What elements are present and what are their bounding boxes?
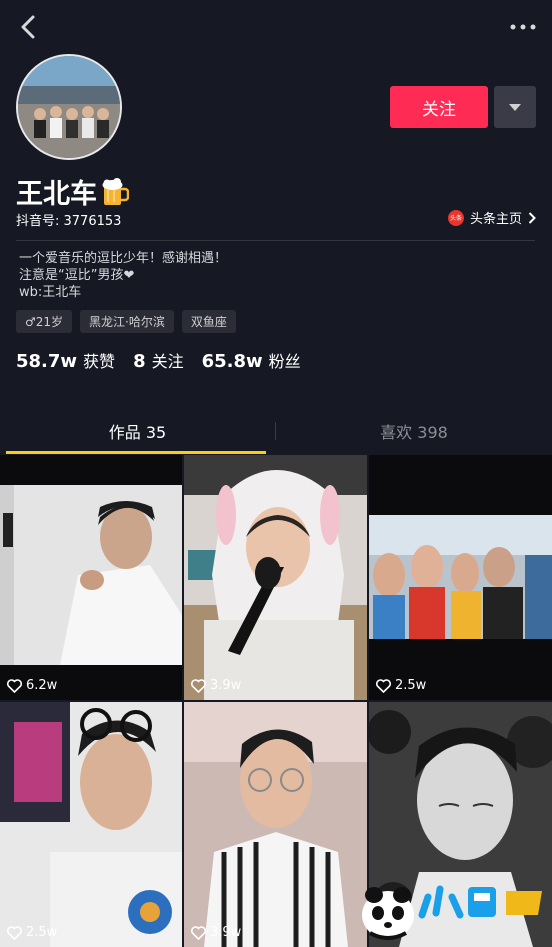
video-thumbnail-image [0, 702, 182, 947]
video-like-count-text: 2.5w [26, 925, 58, 940]
back-arrow-icon[interactable] [14, 12, 44, 42]
video-like-count: 3.9w [191, 925, 241, 940]
bio: 一个爱音乐的逗比少年！感谢相遇！ 注意是“逗比”男孩❤ wb:王北车 [19, 250, 227, 301]
stat-likes-label: 获赞 [83, 352, 116, 371]
stat-following-number: 8 [133, 351, 146, 372]
toutiao-link-label: 头条主页 [469, 212, 522, 227]
tag-location: 黑龙江·哈尔滨 [80, 310, 174, 333]
video-thumbnail[interactable]: 3.9w [184, 455, 367, 700]
stat-fans-label: 粉丝 [268, 352, 301, 371]
follow-button-label: 关注 [422, 99, 456, 120]
stat-following-label: 关注 [151, 352, 184, 371]
bio-line: 注意是“逗比”男孩❤ [19, 268, 135, 283]
video-like-count-text: 2.5w [395, 678, 427, 693]
video-thumbnail[interactable]: 2.5w [0, 702, 182, 947]
video-thumbnail-image [0, 485, 182, 665]
stat-following[interactable]: 8 关注 [133, 348, 184, 372]
watermark-logo [362, 885, 542, 940]
profile-tags: ♂21岁 黑龙江·哈尔滨 双鱼座 [16, 310, 236, 333]
video-thumbnail[interactable]: 6.2w [0, 455, 182, 700]
toutiao-logo-icon: 头条 [447, 209, 464, 226]
username-row: 王北车 [16, 172, 129, 211]
video-like-count: 3.9w [191, 678, 241, 693]
video-like-count-text: 3.9w [210, 925, 242, 940]
heart-icon [7, 678, 22, 693]
chevron-right-icon [528, 211, 536, 224]
video-like-count: 6.2w [7, 678, 57, 693]
tab-likes[interactable]: 喜欢 398 [276, 408, 552, 454]
video-thumbnail-image [369, 515, 552, 639]
recommend-dropdown-button[interactable] [494, 86, 536, 128]
heart-icon [7, 925, 22, 940]
stat-fans[interactable]: 65.8w 粉丝 [202, 348, 301, 372]
tag-zodiac: 双鱼座 [181, 310, 236, 333]
heart-icon [191, 925, 206, 940]
video-thumbnail[interactable]: 2.5w [369, 455, 552, 700]
stat-likes-number: 58.7w [16, 351, 78, 372]
content-tabs: 作品 35 喜欢 398 [0, 408, 552, 454]
bio-line: 一个爱音乐的逗比少年！感谢相遇！ [19, 251, 228, 266]
tag-gender-age: ♂21岁 [16, 310, 73, 333]
heart-icon [376, 678, 391, 693]
video-thumbnail-image [184, 455, 367, 700]
video-thumbnail-image [184, 702, 367, 947]
heart-icon [191, 678, 206, 693]
username: 王北车 [16, 179, 97, 210]
stat-likes: 58.7w 获赞 [16, 348, 115, 372]
video-like-count-text: 6.2w [26, 678, 58, 693]
video-like-count: 2.5w [7, 925, 57, 940]
video-like-count-text: 3.9w [210, 678, 242, 693]
video-like-count: 2.5w [376, 678, 426, 693]
stat-fans-number: 65.8w [201, 351, 263, 372]
avatar-image [18, 56, 120, 158]
divider [16, 240, 535, 241]
top-bar [0, 0, 552, 56]
toutiao-homepage-link[interactable]: 头条 头条主页 [447, 208, 536, 227]
follow-button[interactable]: 关注 [390, 86, 488, 128]
video-thumbnail[interactable]: 3.9w [184, 702, 367, 947]
video-grid: 6.2w 3.9w 2.5w 2.5w 3.9w [0, 455, 552, 947]
tab-active-indicator [6, 451, 266, 454]
dropdown-triangle-icon [509, 103, 521, 111]
profile-stats: 58.7w 获赞 8 关注 65.8w 粉丝 [16, 348, 301, 372]
bio-line: wb:王北车 [19, 285, 82, 300]
douyin-id: 抖音号: 3776153 [16, 214, 122, 229]
more-dots-icon[interactable] [508, 14, 538, 40]
avatar[interactable] [16, 54, 122, 160]
tab-works[interactable]: 作品 35 [0, 408, 275, 454]
beer-icon [102, 177, 129, 205]
